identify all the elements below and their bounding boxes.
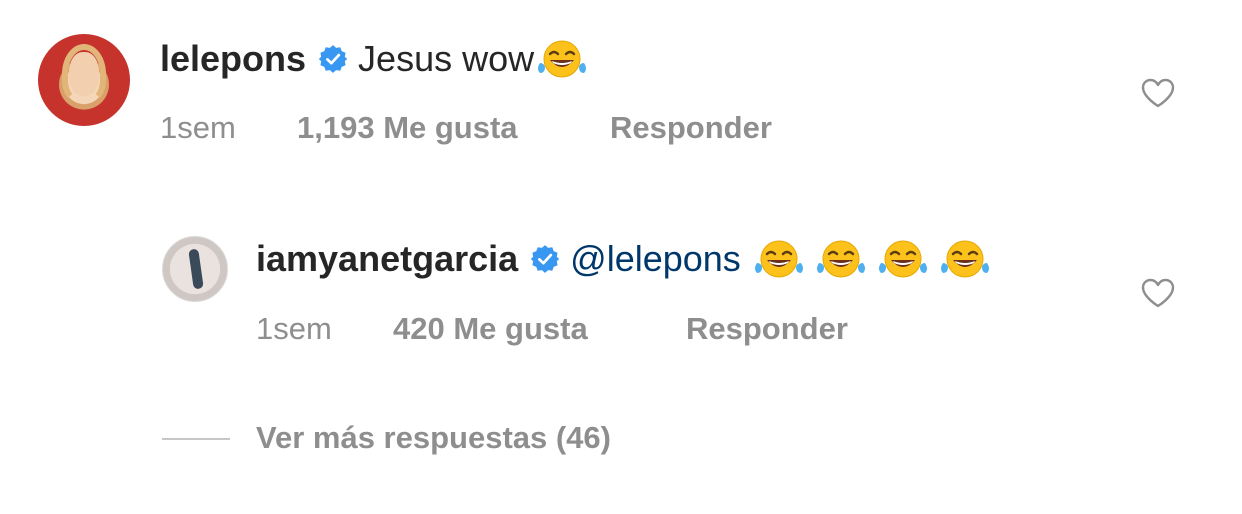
verified-badge-icon	[318, 44, 348, 74]
heart-icon[interactable]	[1141, 78, 1175, 108]
reply-reply-button[interactable]: Responder	[686, 310, 848, 348]
reply-username[interactable]: iamyanetgarcia	[256, 237, 518, 281]
avatar-iamyanetgarcia[interactable]	[162, 236, 228, 302]
heart-icon[interactable]	[1141, 278, 1175, 308]
avatar-figure	[188, 248, 204, 290]
face-with-tears-of-joy-icon	[753, 239, 805, 279]
avatar-lelepons[interactable]	[38, 34, 130, 126]
reply-meta: 1sem 420 Me gusta Responder	[256, 310, 848, 348]
replies-divider	[162, 438, 230, 440]
face-with-tears-of-joy-icon	[877, 239, 929, 279]
comment-username[interactable]: lelepons	[160, 37, 306, 81]
comment-meta: 1sem 1,193 Me gusta Responder	[160, 109, 772, 147]
reply-time: 1sem	[256, 311, 332, 346]
reply-mention[interactable]: @lelepons	[570, 237, 741, 281]
reply-likes[interactable]: 420 Me gusta	[393, 310, 686, 348]
comment-reply-button[interactable]: Responder	[610, 109, 772, 147]
comment-text: Jesus wow	[358, 38, 535, 79]
comment-likes[interactable]: 1,193 Me gusta	[297, 109, 610, 147]
verified-badge-icon	[530, 244, 560, 274]
reply-line: iamyanetgarcia @lelepons	[256, 237, 991, 281]
avatar-face	[69, 52, 99, 96]
comment-time: 1sem	[160, 110, 236, 145]
comment-line: lelepons Jesus wow	[160, 37, 588, 81]
face-with-tears-of-joy-icon	[536, 39, 588, 79]
view-more-replies-button[interactable]: Ver más respuestas (46)	[256, 419, 611, 457]
face-with-tears-of-joy-icon	[939, 239, 991, 279]
face-with-tears-of-joy-icon	[815, 239, 867, 279]
